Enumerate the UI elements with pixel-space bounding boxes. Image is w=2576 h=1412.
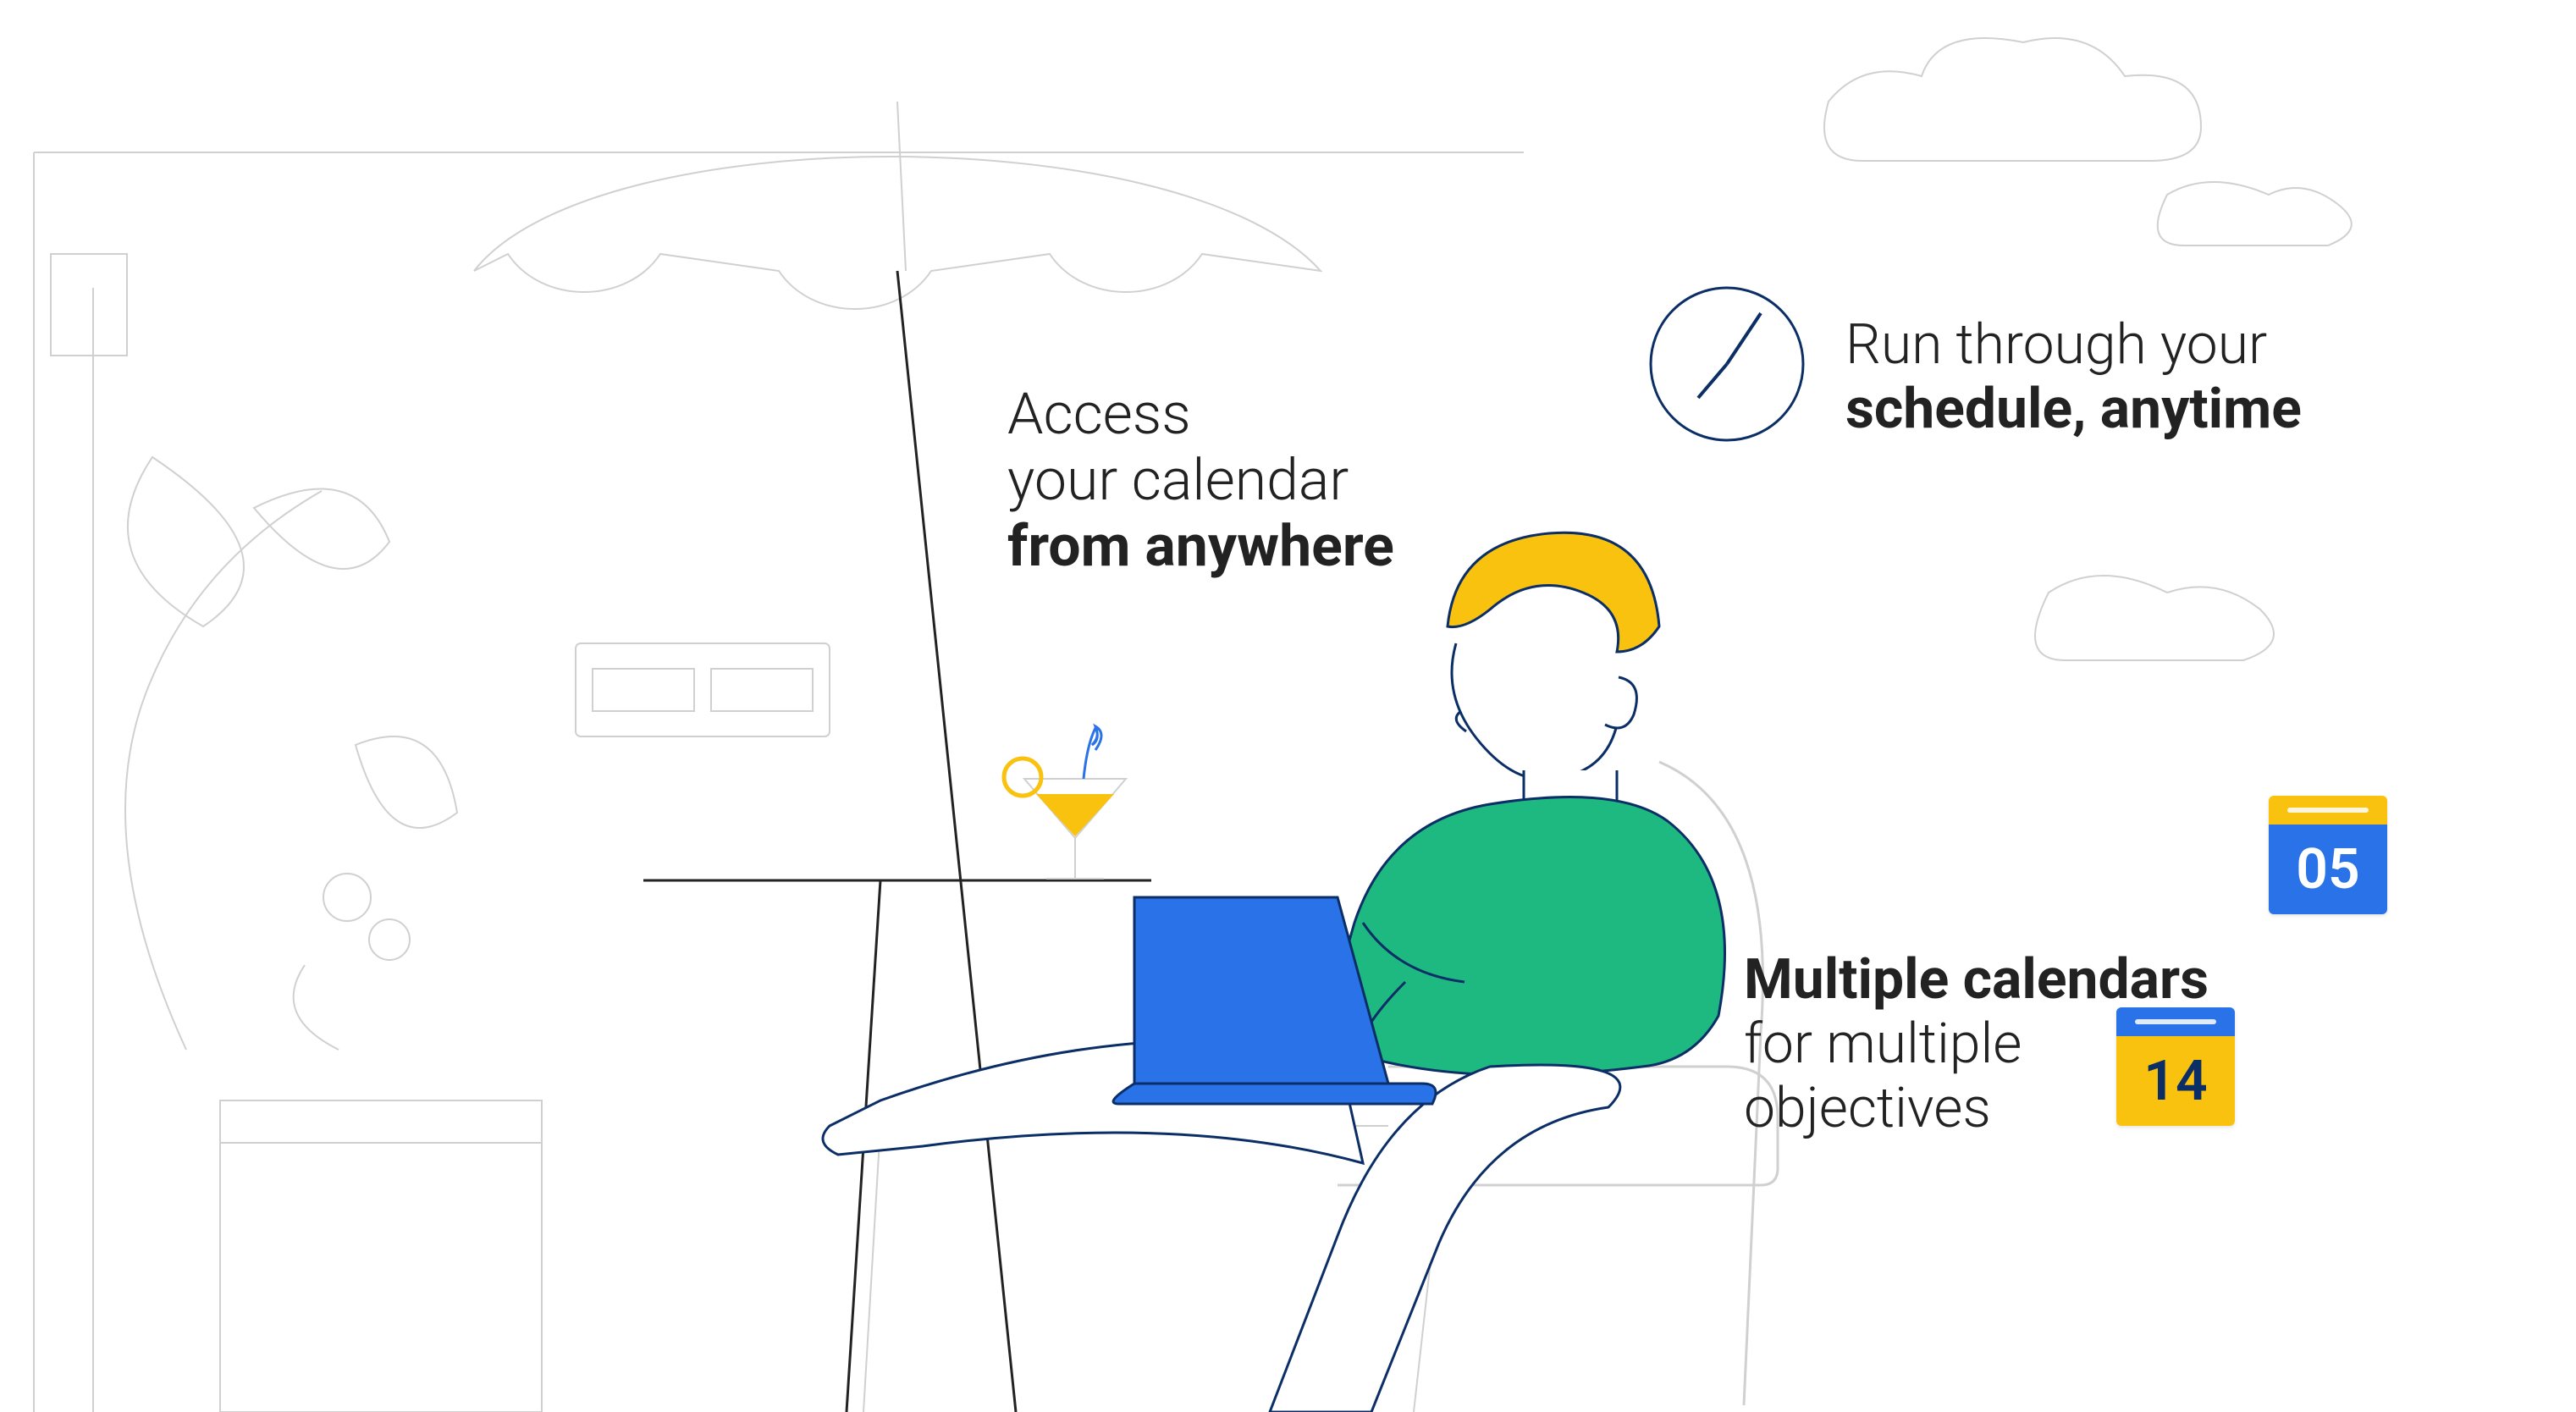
window-unit-icon xyxy=(576,643,830,736)
caption-schedule-line1: Run through your xyxy=(1845,313,2302,378)
caption-multiple-line1: Multiple calendars xyxy=(1744,948,2209,1012)
calendar-badge-blue: 05 xyxy=(2269,796,2387,914)
calendar-badge-yellow: 14 xyxy=(2116,1007,2235,1126)
calendar-badge-blue-binding xyxy=(2269,796,2387,825)
caption-access: Access your calendar from anywhere xyxy=(1007,381,1394,580)
calendar-badge-yellow-day: 14 xyxy=(2116,1036,2235,1126)
caption-access-line1: Access xyxy=(1007,381,1394,447)
planter-icon xyxy=(220,1100,542,1412)
clock-icon xyxy=(1651,288,1803,440)
cocktail-icon xyxy=(1004,726,1126,879)
caption-schedule: Run through your schedule, anytime xyxy=(1845,313,2302,442)
caption-access-line3: from anywhere xyxy=(1007,513,1394,579)
caption-schedule-line2: schedule, anytime xyxy=(1845,378,2302,442)
calendar-badge-yellow-binding xyxy=(2116,1007,2235,1036)
caption-access-line2: your calendar xyxy=(1007,447,1394,513)
background-illustration xyxy=(0,0,2576,1412)
plant-icon xyxy=(125,457,457,1050)
umbrella-icon xyxy=(474,102,1321,1412)
calendar-badge-blue-day: 05 xyxy=(2269,825,2387,914)
